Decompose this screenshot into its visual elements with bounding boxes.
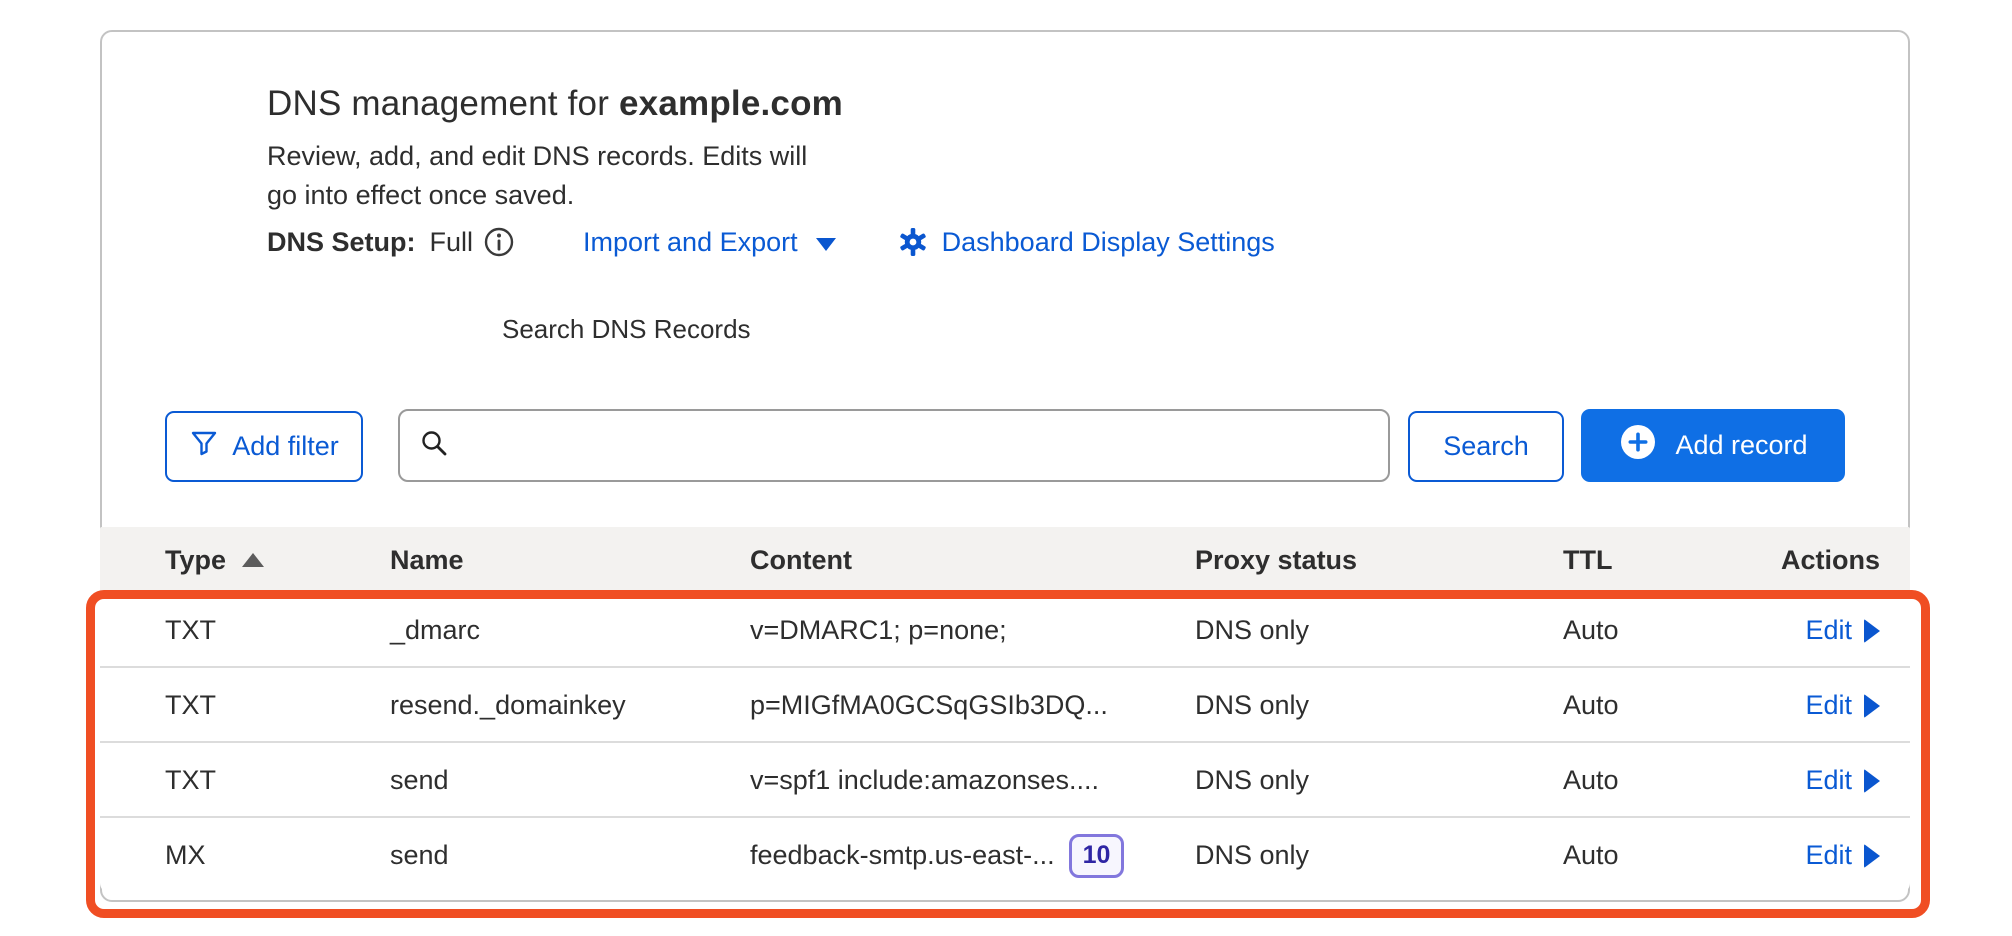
column-header-ttl[interactable]: TTL <box>1563 527 1612 593</box>
mx-priority-badge: 10 <box>1069 834 1125 878</box>
dns-setup-label: DNS Setup: <box>267 227 416 258</box>
edit-record-link[interactable]: Edit <box>1805 615 1880 646</box>
plus-circle-icon <box>1618 422 1658 469</box>
cell-content: feedback-smtp.us-east-... 10 <box>750 818 1124 893</box>
cell-actions: Edit <box>1805 668 1880 743</box>
dns-setup-value: Full <box>430 227 474 258</box>
dashboard-display-settings-label: Dashboard Display Settings <box>942 227 1275 258</box>
chevron-right-icon <box>1864 769 1880 793</box>
dns-setup-row: DNS Setup: Full Import and Export <box>267 222 1275 262</box>
search-icon <box>418 427 450 464</box>
table-header-row: Type Name Content Proxy status TTL Actio… <box>100 527 1910 593</box>
chevron-down-icon <box>816 238 836 251</box>
search-button[interactable]: Search <box>1408 411 1564 482</box>
table-row: MX send feedback-smtp.us-east-... 10 DNS… <box>100 818 1910 893</box>
search-input-container <box>398 409 1390 482</box>
cell-type: TXT <box>165 668 216 743</box>
column-header-type-label: Type <box>165 545 226 576</box>
edit-label: Edit <box>1805 840 1852 871</box>
add-record-label: Add record <box>1675 430 1807 461</box>
column-header-type[interactable]: Type <box>165 527 264 593</box>
dns-records-table-body: TXT _dmarc v=DMARC1; p=none; DNS only Au… <box>100 593 1910 893</box>
chevron-right-icon <box>1864 844 1880 868</box>
column-header-content[interactable]: Content <box>750 527 852 593</box>
cell-proxy-status: DNS only <box>1195 668 1309 743</box>
edit-label: Edit <box>1805 765 1852 796</box>
column-header-name[interactable]: Name <box>390 527 464 593</box>
page-title: DNS management for example.com <box>267 84 843 124</box>
sort-ascending-icon[interactable] <box>242 553 264 567</box>
column-header-content-label: Content <box>750 545 852 576</box>
page-title-domain: example.com <box>619 84 843 123</box>
column-header-name-label: Name <box>390 545 464 576</box>
edit-record-link[interactable]: Edit <box>1805 765 1880 796</box>
page-subtitle: Review, add, and edit DNS records. Edits… <box>267 137 807 215</box>
cell-name: send <box>390 743 449 818</box>
info-circle-icon[interactable] <box>483 226 515 258</box>
column-header-actions-label: Actions <box>1781 545 1880 576</box>
edit-label: Edit <box>1805 615 1852 646</box>
edit-record-link[interactable]: Edit <box>1805 690 1880 721</box>
table-row: TXT resend._domainkey p=MIGfMA0GCSqGSIb3… <box>100 668 1910 743</box>
add-record-button[interactable]: Add record <box>1581 409 1845 482</box>
column-header-proxy-status[interactable]: Proxy status <box>1195 527 1357 593</box>
cell-content-text: feedback-smtp.us-east-... <box>750 840 1055 871</box>
import-export-label: Import and Export <box>583 227 798 258</box>
cell-ttl: Auto <box>1563 593 1619 668</box>
filter-funnel-icon <box>189 428 219 465</box>
search-button-label: Search <box>1443 431 1529 462</box>
cell-name: _dmarc <box>390 593 480 668</box>
chevron-right-icon <box>1864 694 1880 718</box>
cell-content: v=spf1 include:amazonses.... <box>750 743 1099 818</box>
dashboard-display-settings-link[interactable]: Dashboard Display Settings <box>898 227 1275 258</box>
cell-type: TXT <box>165 743 216 818</box>
search-records-label: Search DNS Records <box>502 314 751 345</box>
cell-ttl: Auto <box>1563 743 1619 818</box>
cell-proxy-status: DNS only <box>1195 743 1309 818</box>
chevron-right-icon <box>1864 619 1880 643</box>
column-header-actions: Actions <box>1680 527 1880 593</box>
cell-type: MX <box>165 818 206 893</box>
table-row: TXT send v=spf1 include:amazonses.... DN… <box>100 743 1910 818</box>
edit-label: Edit <box>1805 690 1852 721</box>
gear-icon <box>898 227 928 257</box>
dns-management-page: DNS management for example.com Review, a… <box>0 0 2012 936</box>
cell-name: send <box>390 818 449 893</box>
column-header-proxy-label: Proxy status <box>1195 545 1357 576</box>
cell-actions: Edit <box>1805 743 1880 818</box>
add-filter-button[interactable]: Add filter <box>165 411 363 482</box>
cell-content: p=MIGfMA0GCSqGSIb3DQ... <box>750 668 1108 743</box>
cell-proxy-status: DNS only <box>1195 818 1309 893</box>
cell-actions: Edit <box>1805 593 1880 668</box>
cell-proxy-status: DNS only <box>1195 593 1309 668</box>
column-header-ttl-label: TTL <box>1563 545 1612 576</box>
cell-ttl: Auto <box>1563 668 1619 743</box>
cell-name: resend._domainkey <box>390 668 626 743</box>
import-export-link[interactable]: Import and Export <box>583 227 836 258</box>
add-filter-label: Add filter <box>232 431 339 462</box>
cell-content: v=DMARC1; p=none; <box>750 593 1007 668</box>
cell-actions: Edit <box>1805 818 1880 893</box>
table-row: TXT _dmarc v=DMARC1; p=none; DNS only Au… <box>100 593 1910 668</box>
edit-record-link[interactable]: Edit <box>1805 840 1880 871</box>
search-dns-records-input[interactable] <box>464 430 1370 461</box>
cell-ttl: Auto <box>1563 818 1619 893</box>
cell-type: TXT <box>165 593 216 668</box>
page-title-prefix: DNS management for <box>267 84 619 123</box>
